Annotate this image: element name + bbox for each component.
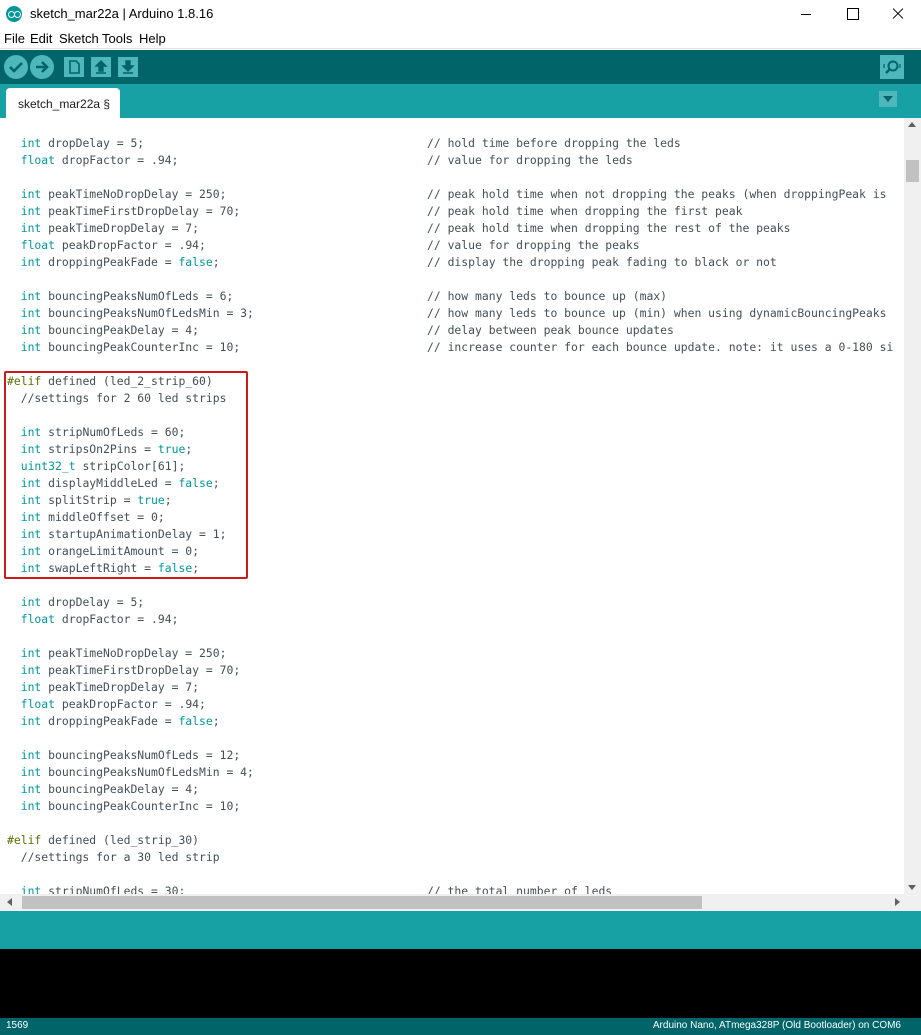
code-line: int dropDelay = 5; <box>20 136 145 150</box>
code-line: int bouncingPeaksNumOfLedsMin = 3; <box>20 306 254 320</box>
menu-file[interactable]: File <box>4 31 25 46</box>
status-bar: 1569 Arduino Nano, ATmega328P (Old Bootl… <box>0 1018 921 1035</box>
code-line: int peakTimeDropDelay = 7; <box>20 221 200 235</box>
horizontal-scroll-thumb[interactable] <box>22 896 702 909</box>
line-number: 1569 <box>6 1020 29 1031</box>
tab-menu-chevron-down-icon[interactable] <box>879 91 897 107</box>
code-comment: // delay between peak bounce updates <box>427 323 674 337</box>
code-line: int peakTimeFirstDropDelay = 70; <box>20 204 241 218</box>
code-line: int swapLeftRight = false; <box>20 561 200 575</box>
open-icon[interactable] <box>89 55 113 79</box>
code-line: int peakTimeNoDropDelay = 250; <box>20 187 227 201</box>
menu-bar: File Edit Sketch Tools Help <box>0 28 921 49</box>
code-line: int splitStrip = true; <box>20 493 172 507</box>
code-line: int bouncingPeakCounterInc = 10; <box>20 799 241 813</box>
code-line: int stripNumOfLeds = 60; <box>20 425 186 439</box>
code-line: int displayMiddleLed = false; <box>20 476 220 490</box>
code-line: int droppingPeakFade = false; <box>20 714 220 728</box>
code-editor[interactable]: int dropDelay = 5; // hold time before dr… <box>0 118 904 894</box>
upload-icon[interactable] <box>30 55 54 79</box>
code-comment: // the total number of leds <box>427 884 613 894</box>
scroll-down-arrow-icon[interactable] <box>908 885 916 890</box>
code-line: int bouncingPeakDelay = 4; <box>20 782 200 796</box>
code-comment: // increase counter for each bounce upda… <box>427 340 894 354</box>
serial-monitor-icon[interactable] <box>880 55 904 79</box>
close-button[interactable] <box>875 0 921 28</box>
minimize-button[interactable] <box>783 0 829 28</box>
vertical-scroll-thumb[interactable] <box>906 160 919 182</box>
code-line: int peakTimeNoDropDelay = 250; <box>20 646 227 660</box>
horizontal-scrollbar[interactable] <box>0 894 904 911</box>
maximize-button[interactable] <box>829 0 875 28</box>
code-line: int bouncingPeakDelay = 4; <box>20 323 200 337</box>
scrollbar-corner <box>904 894 921 911</box>
menu-sketch[interactable]: Sketch <box>59 31 99 46</box>
verify-icon[interactable] <box>4 55 28 79</box>
title-bar: sketch_mar22a | Arduino 1.8.16 <box>0 0 921 28</box>
code-line: float peakDropFactor = .94; <box>20 238 206 252</box>
new-icon[interactable] <box>62 55 86 79</box>
tab-bar: sketch_mar22a § <box>0 84 921 118</box>
code-comment: // display the dropping peak fading to b… <box>427 255 777 269</box>
code-line: int bouncingPeaksNumOfLeds = 6; <box>20 289 234 303</box>
tab-sketch-mar22a[interactable]: sketch_mar22a § <box>6 88 120 118</box>
menu-help[interactable]: Help <box>139 31 166 46</box>
code-comment: // peak hold time when dropping the rest… <box>427 221 791 235</box>
code-comment: // hold time before dropping the leds <box>427 136 681 150</box>
output-console[interactable] <box>0 949 921 1018</box>
code-line: int bouncingPeaksNumOfLedsMin = 4; <box>20 765 254 779</box>
code-line: int stripNumOfLeds = 30; <box>20 884 186 894</box>
code-line: #elif defined (led_2_strip_60) <box>7 374 213 388</box>
code-line: uint32_t stripColor[61]; <box>20 459 186 473</box>
code-line: int peakTimeFirstDropDelay = 70; <box>20 663 241 677</box>
toolbar <box>0 50 921 84</box>
code-line: #elif defined (led_strip_30) <box>7 833 200 847</box>
code-line: int dropDelay = 5; <box>20 595 145 609</box>
code-line: int bouncingPeakCounterInc = 10; <box>20 340 241 354</box>
save-icon[interactable] <box>116 55 140 79</box>
code-line: int peakTimeDropDelay = 7; <box>20 680 200 694</box>
code-line: int middleOffset = 0; <box>20 510 165 524</box>
code-comment: // peak hold time when dropping the firs… <box>427 204 743 218</box>
scroll-right-arrow-icon[interactable] <box>895 898 900 906</box>
code-line: float dropFactor = .94; <box>20 153 179 167</box>
code-comment: // value for dropping the peaks <box>427 238 640 252</box>
code-comment: // how many leds to bounce up (min) when… <box>427 306 887 320</box>
code-comment: // peak hold time when not dropping the … <box>427 187 887 201</box>
tab-label: sketch_mar22a § <box>18 97 111 111</box>
code-line: int orangeLimitAmount = 0; <box>20 544 200 558</box>
window-title: sketch_mar22a | Arduino 1.8.16 <box>30 6 214 21</box>
code-line: int droppingPeakFade = false; <box>20 255 220 269</box>
scroll-up-arrow-icon[interactable] <box>908 122 916 127</box>
menu-edit[interactable]: Edit <box>30 31 52 46</box>
code-line: //settings for a 30 led strip <box>7 850 220 864</box>
code-comment: // how many leds to bounce up (max) <box>427 289 668 303</box>
arduino-infinity-icon <box>6 6 22 22</box>
editor-console-divider[interactable] <box>0 911 921 949</box>
code-line: int bouncingPeaksNumOfLeds = 12; <box>20 748 241 762</box>
code-line: int startupAnimationDelay = 1; <box>20 527 227 541</box>
code-line: float peakDropFactor = .94; <box>20 697 206 711</box>
code-line: int stripsOn2Pins = true; <box>20 442 193 456</box>
code-line: //settings for 2 60 led strips <box>7 391 227 405</box>
code-line: float dropFactor = .94; <box>20 612 179 626</box>
vertical-scrollbar[interactable] <box>904 118 921 894</box>
scroll-left-arrow-icon[interactable] <box>7 898 12 906</box>
board-port-info: Arduino Nano, ATmega328P (Old Bootloader… <box>652 1020 901 1031</box>
code-comment: // value for dropping the leds <box>427 153 633 167</box>
menu-tools[interactable]: Tools <box>102 31 132 46</box>
